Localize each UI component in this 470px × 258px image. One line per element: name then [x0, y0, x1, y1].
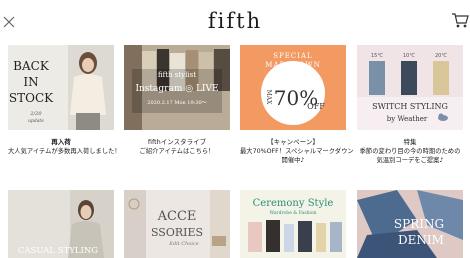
- banner-text-line: ACCE: [157, 209, 197, 224]
- banner-subtitle-2: 開催中♪: [281, 157, 305, 164]
- banner-image[interactable]: CASUAL STYLING: [8, 190, 114, 258]
- banner-image[interactable]: Ceremony Style Wardrobe & Fashion: [240, 190, 346, 258]
- banner-off: OFF: [307, 102, 325, 111]
- banner-title: 特集: [403, 138, 417, 146]
- banner-text-line: IN: [23, 75, 38, 89]
- banner-title: 【キャンペーン】: [267, 138, 319, 146]
- banner-caption[interactable]: 特集 季節の変わり目の今の時期のための 気温別コーデをご提案♪: [357, 138, 463, 165]
- banner-text-line: by Weather: [387, 115, 428, 123]
- banner-text-line: Instagram ◎ LIVE: [135, 84, 218, 94]
- banner-date: 2020.2.17 Mon 19:30～: [147, 100, 206, 106]
- banner-text-line: MARKDOWN: [265, 61, 320, 69]
- banner-text-line: SSORIES: [151, 226, 203, 239]
- banner-date: 2/20: [29, 111, 42, 117]
- banner-subtitle-2: 気温別コーデをご提案♪: [376, 157, 444, 164]
- header: fifth: [0, 0, 470, 44]
- banner-text-line: SPRING: [394, 217, 444, 231]
- banner-image[interactable]: 15℃ 10℃ 20℃ SWITCH STYLING by Weather: [357, 45, 463, 130]
- banner-temp: 20℃: [435, 53, 447, 59]
- banner-title: fifthインスタライブ: [147, 138, 207, 146]
- banner-temp: 15℃: [371, 53, 383, 59]
- banner-subtitle: 最大70%OFF！スペシャルマークダウン: [240, 148, 354, 155]
- banner-subtitle: 季節の変わり目の今の時期のための: [359, 148, 461, 155]
- banner-text-line: SPECIAL: [273, 52, 312, 60]
- banner-text-line: fifth stylist: [158, 71, 196, 79]
- banner-subtext: Wardrobe & Fashion: [270, 210, 317, 216]
- brand-logo[interactable]: fifth: [0, 9, 470, 33]
- banner-image[interactable]: BACK IN STOCK 2/20 update: [8, 45, 114, 130]
- banner-image[interactable]: SPECIAL MARKDOWN MAX 70% OFF: [240, 45, 346, 130]
- banner-max: MAX: [265, 90, 272, 105]
- banner-caption[interactable]: 再入荷 大人気アイテムが多数再入荷しました！: [8, 138, 121, 156]
- banner-temp: 10℃: [403, 53, 415, 59]
- banner-text-line: BACK: [13, 59, 50, 73]
- banner-caption[interactable]: fifthインスタライブ ご紹介アイテムはこちら！: [124, 138, 230, 156]
- banner-text-line: SWITCH STYLING: [372, 102, 448, 111]
- banner-title: 再入荷: [51, 138, 71, 146]
- banner-text-line: Ceremony Style: [253, 198, 334, 209]
- banner-image[interactable]: fifth stylist Instagram ◎ LIVE 2020.2.17…: [124, 45, 230, 130]
- banner-text-line: CASUAL STYLING: [18, 246, 98, 256]
- banner-subtext: Edit Choice: [168, 241, 199, 247]
- banner-image[interactable]: SPRING DENIM: [357, 190, 463, 258]
- banner-text-line: DENIM: [398, 233, 444, 247]
- banner-subtitle: 大人気アイテムが多数再入荷しました！: [8, 148, 121, 155]
- banner-text-line: STOCK: [9, 91, 54, 105]
- banner-caption[interactable]: 【キャンペーン】 最大70%OFF！スペシャルマークダウン 開催中♪: [240, 138, 354, 165]
- cart-icon[interactable]: [451, 12, 469, 29]
- banner-subtitle: ご紹介アイテムはこちら！: [139, 148, 215, 155]
- banner-image[interactable]: ACCE SSORIES Edit Choice: [124, 190, 230, 258]
- banner-note: update: [28, 118, 44, 124]
